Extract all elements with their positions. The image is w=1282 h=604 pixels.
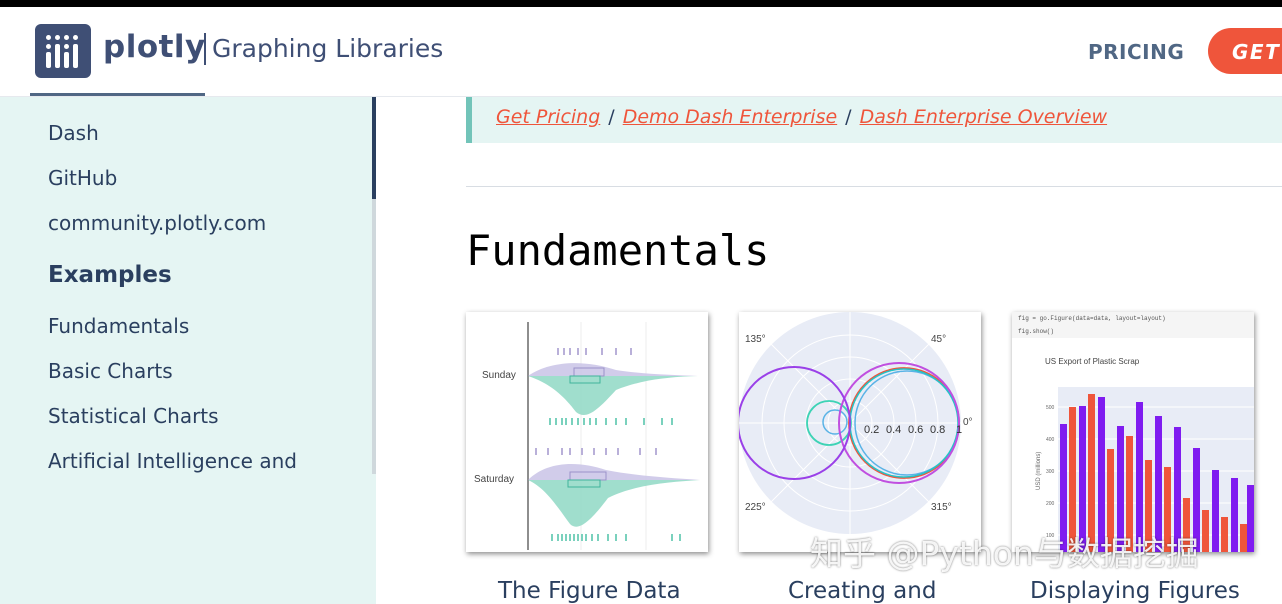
violin-label-saturday: Saturday [474,474,514,485]
sidebar-link-github[interactable]: GitHub [48,166,117,190]
card-title-displaying-figures[interactable]: Displaying Figures [1030,578,1240,604]
card-title-figure-data[interactable]: The Figure Data [498,578,681,604]
brand-divider [204,33,206,65]
bar-chart-title: US Export of Plastic Scrap [1045,357,1140,366]
code-line-2: fig.show() [1018,328,1054,335]
polar-tick-1: 1 [956,424,962,436]
polar-tick-0-8: 0.8 [930,424,945,436]
violin-label-sunday: Sunday [482,370,516,381]
polar-angle-315: 315° [931,502,952,513]
sidebar-heading-examples[interactable]: Examples [48,262,172,288]
breadcrumb-separator: / [608,106,615,128]
section-divider [466,186,1282,187]
breadcrumb-separator: / [845,106,852,128]
breadcrumb: Get Pricing / Demo Dash Enterprise / Dash En… [466,97,1282,143]
plotly-logo-icon[interactable] [35,24,91,78]
card-title-creating[interactable]: Creating and [788,578,936,604]
bar-ytick-500: 500 [1046,405,1055,411]
card-figure-data-thumbnail[interactable]: Sunday Saturday [466,312,708,552]
top-strip [0,0,1282,7]
site-header: plotly Graphing Libraries PRICING GET [0,7,1282,97]
brand-name[interactable]: plotly [103,29,206,65]
polar-angle-225: 225° [745,502,766,513]
polar-angle-45: 45° [931,334,946,345]
code-line-1: fig = go.Figure(data=data, layout=layout… [1018,315,1166,322]
bar-ytick-200: 200 [1046,501,1055,507]
polar-tick-0-4: 0.4 [886,424,901,436]
sidebar-scrollbar-thumb[interactable] [372,97,376,199]
sidebar-link-community[interactable]: community.plotly.com [48,211,266,235]
bar-ylabel: USD (millions) [1036,452,1042,490]
breadcrumb-dash-overview[interactable]: Dash Enterprise Overview [860,106,1107,128]
logo-active-underline [30,93,205,96]
polar-tick-0-6: 0.6 [908,424,923,436]
polar-angle-0: 0° [963,417,973,428]
polar-angle-135: 135° [745,334,766,345]
sidebar-link-statistical-charts[interactable]: Statistical Charts [48,404,219,428]
brand-subtitle[interactable]: Graphing Libraries [212,34,443,63]
polar-tick-0-2: 0.2 [864,424,879,436]
nav-pricing-link[interactable]: PRICING [1088,40,1184,64]
breadcrumb-get-pricing[interactable]: Get Pricing [496,106,600,128]
get-started-button[interactable]: GET [1208,28,1282,74]
sidebar-link-ai[interactable]: Artificial Intelligence and [48,449,297,473]
section-title: Fundamentals [466,226,770,275]
bar-ytick-400: 400 [1046,437,1055,443]
sidebar-link-dash[interactable]: Dash [48,121,99,145]
sidebar-link-fundamentals[interactable]: Fundamentals [48,314,189,338]
card-displaying-figures-thumbnail[interactable]: fig = go.Figure(data=data, layout=layout… [1012,312,1254,552]
zhihu-watermark: 知乎 @Python与数据挖掘 [810,534,1199,573]
card-creating-thumbnail[interactable]: 135° 45° 0° 225° 315° 0.2 0.4 0.6 0.8 1 [739,312,981,552]
bar-ytick-300: 300 [1046,469,1055,475]
breadcrumb-demo-dash[interactable]: Demo Dash Enterprise [623,106,837,128]
sidebar-link-basic-charts[interactable]: Basic Charts [48,359,173,383]
